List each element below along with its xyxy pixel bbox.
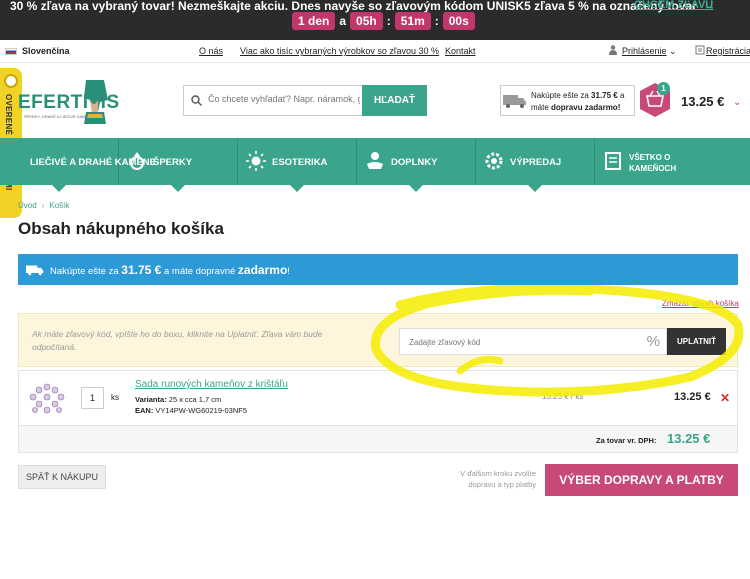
about-link[interactable]: O nás (199, 46, 223, 56)
badge-seal-icon (4, 74, 18, 88)
search-icon (191, 95, 202, 106)
user-icon[interactable] (609, 45, 617, 55)
timer-seconds: 00s (442, 12, 475, 30)
clear-cart-link[interactable]: Zmazať obsah košíka (662, 299, 739, 308)
timer-hours: 05h (350, 12, 383, 30)
apply-coupon-button[interactable]: UPLATNIŤ (667, 328, 726, 355)
truck-icon (26, 265, 44, 276)
login-link[interactable]: Prihlásenie ⌄ (622, 46, 677, 57)
hand-icon (367, 152, 383, 169)
register-icon[interactable] (695, 45, 705, 55)
product-name-link[interactable]: Sada runových kameňov z krištáľu (135, 379, 288, 390)
discount-products-link[interactable]: Viac ako tisíc vybraných výrobkov so zľa… (240, 46, 439, 56)
back-to-shop-button[interactable]: SPÄŤ K NÁKUPU (18, 465, 106, 489)
caret-down-icon (52, 185, 66, 192)
site-logo[interactable]: EFERTITIS ŠPERKY, DRAHÉ A LIEČIVÉ KAMENE (18, 78, 119, 128)
total-value: 13.25 € (667, 431, 711, 446)
chevron-down-icon[interactable]: ⌄ (733, 97, 741, 108)
free-shipping-bar: Nakúpte ešte za 31.75 € a máte dopravné … (18, 254, 738, 285)
get-discount-link[interactable]: CHCEM ZĽAVU (634, 0, 713, 11)
line-price: 13.25 € (674, 391, 711, 403)
nav-label: VÝPREDAJ (510, 157, 562, 168)
next-step-note: V ďalšom kroku zvolíte dopravu a typ pla… (460, 469, 536, 489)
search-input[interactable] (208, 94, 360, 104)
nav-item-stones[interactable]: LIEČIVÉ A DRAHÉ KAMENE (0, 138, 156, 192)
timer-minutes: 51m (394, 12, 431, 30)
product-variant: Varianta: 25 x cca 1,7 cm (135, 395, 222, 404)
shipping-line-2: máte dopravu zadarmo! (531, 103, 621, 112)
book-icon (605, 152, 621, 170)
quantity-input[interactable]: 1 (81, 387, 104, 409)
percent-icon: % (646, 333, 660, 350)
cart-item: 1 ks Sada runových kameňov z krištáľu Va… (18, 370, 738, 426)
jewelry-icon (130, 152, 144, 170)
promo-banner: 30 % zľava na vybraný tovar! Nezmeškajte… (0, 0, 750, 40)
nav-item-accessories[interactable]: DOPLNKY (357, 138, 476, 192)
nav-label: DOPLNKY (391, 157, 438, 168)
language-selector[interactable]: Slovenčina (22, 46, 70, 56)
free-shipping-text: Nakúpte ešte za 31.75 € a máte dopravné … (50, 263, 290, 277)
nefertiti-icon (84, 80, 108, 124)
cart-count-badge: 1 (657, 82, 670, 95)
shipping-line-1: Nakúpte ešte za 31.75 € a (531, 91, 625, 100)
contact-link[interactable]: Kontakt (445, 46, 476, 56)
breadcrumb-separator: › (41, 201, 45, 210)
cart-total[interactable]: 13.25 € (681, 94, 724, 109)
timer-sep: : (434, 14, 439, 28)
breadcrumb-current: Košík (49, 201, 70, 210)
arrow-right-icon[interactable]: → (703, 0, 716, 13)
caret-down-icon (528, 185, 542, 192)
breadcrumb: Úvod › Košík (18, 201, 69, 210)
coupon-info: Ak máte zľavový kód, vpíšte ho do boxu, … (32, 329, 323, 352)
nav-item-about-stones[interactable]: VŠETKO O KAMEŇOCH (595, 138, 750, 185)
page-title: Obsah nákupného košíka (18, 219, 224, 238)
info-bar: Slovenčina O nás Viac ako tisíc vybranýc… (0, 40, 750, 63)
breadcrumb-home[interactable]: Úvod (18, 201, 37, 210)
coupon-section: Ak máte zľavový kód, vpíšte ho do boxu, … (18, 313, 738, 367)
quantity-unit: ks (111, 393, 119, 402)
slovak-flag-icon[interactable] (5, 48, 17, 55)
nav-label: ESOTERIKA (272, 157, 328, 168)
caret-down-icon (409, 185, 423, 192)
chevron-down-icon: ⌄ (669, 46, 677, 56)
caret-down-icon (171, 185, 185, 192)
coupon-field: % (399, 328, 667, 355)
nav-item-jewelry[interactable]: ŠPERKY (119, 138, 238, 192)
register-link[interactable]: Registrácia (706, 46, 750, 56)
sun-icon (246, 151, 266, 171)
total-label: Za tovar vr. DPH: (596, 436, 657, 445)
timer-and: a (339, 14, 347, 28)
product-thumbnail[interactable] (27, 381, 67, 417)
search-button[interactable]: HĽADAŤ (362, 85, 427, 116)
truck-icon (503, 95, 526, 108)
cart-total-row: Za tovar vr. DPH: 13.25 € (18, 426, 738, 453)
free-shipping-widget: Nakúpte ešte za 31.75 € a máte dopravu z… (500, 85, 635, 116)
product-ean: EAN: VY14PW-WG60219-03NF5 (135, 406, 247, 415)
caret-down-icon (290, 185, 304, 192)
shipping-payment-button[interactable]: VÝBER DOPRAVY A PLATBY (545, 464, 738, 496)
timer-sep: : (386, 14, 391, 28)
gear-icon (485, 152, 503, 170)
nav-item-sale[interactable]: VÝPREDAJ (476, 138, 595, 192)
timer-days: 1 den (292, 12, 336, 30)
countdown-timer: 1 den a 05h : 51m : 00s (292, 12, 475, 30)
nav-item-esoterika[interactable]: ESOTERIKA (238, 138, 357, 192)
unit-price: 13.25 € / ks (542, 392, 584, 401)
nav-label: ŠPERKY (153, 157, 193, 168)
nav-label: VŠETKO O KAMEŇOCH (629, 153, 677, 173)
coupon-input[interactable] (409, 338, 639, 347)
remove-item-icon[interactable]: ✕ (720, 391, 730, 405)
main-nav: LIEČIVÉ A DRAHÉ KAMENE ŠPERKY ESOTERIKA … (0, 138, 750, 192)
search-box (183, 85, 363, 116)
